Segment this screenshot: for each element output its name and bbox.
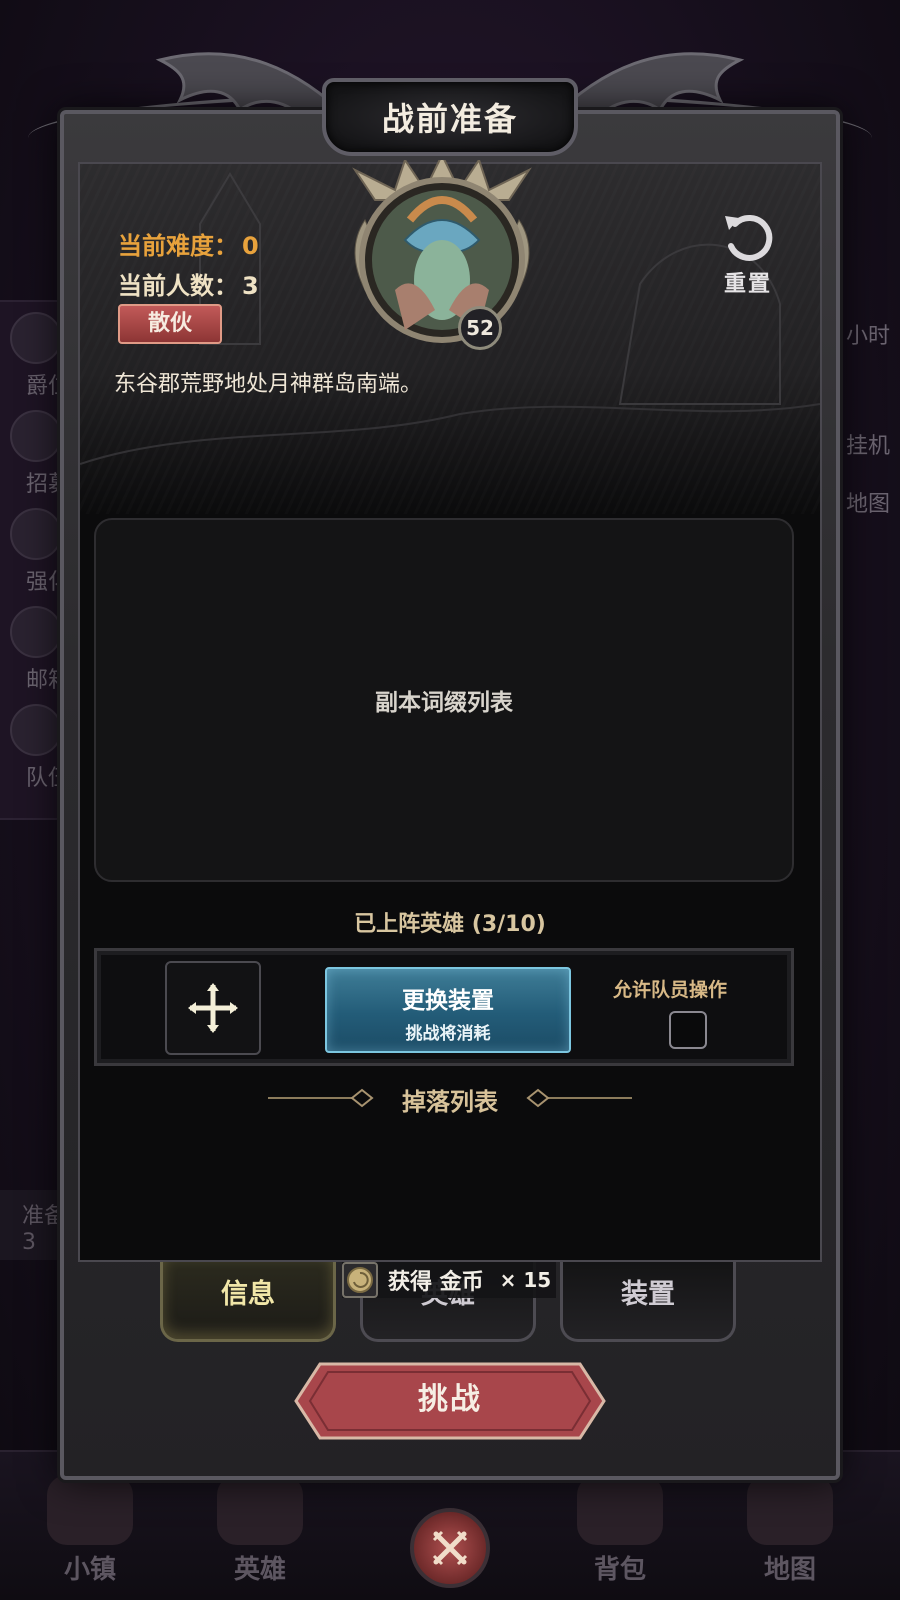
bg-nav-bag: 背包 [560,1475,680,1586]
bg-right-item: 地图 [845,492,890,517]
hero-level-badge: 52 [458,306,502,350]
reward-text: 获得 金币 [388,1270,484,1295]
change-device-subtitle: 挑战将消耗 [405,1024,491,1044]
reset-button[interactable]: 重置 [716,212,780,297]
challenge-button[interactable]: 挑战 [292,1360,608,1442]
current-player-count: 当前人数： 3 [118,266,259,301]
bg-nav-map: 地图 [730,1475,850,1586]
reset-label: 重置 [723,272,772,297]
boss-portrait [352,160,532,343]
reward-quantity: × 15 [499,1268,552,1292]
change-device-title: 更换装置 [402,988,494,1014]
bg-nav-hero: 英雄 [200,1475,320,1586]
bg-nav-town: 小镇 [30,1475,150,1586]
hero-slot[interactable] [165,961,261,1055]
change-device-button[interactable]: 更换装置 挑战将消耗 [325,967,571,1053]
gold-coin-icon [342,1262,378,1298]
difficulty-label: 当前难度： [118,232,238,260]
divider-ornament-right [526,1088,632,1108]
reward-notice: 获得 金币 × 15 [342,1262,556,1298]
current-difficulty: 当前难度： 0 [118,226,259,261]
tab-info[interactable]: 信息 [160,1262,336,1342]
drop-list-header: 掉落列表 [80,1082,820,1116]
dungeon-affix-list: 副本词缀列表 [94,518,794,882]
difficulty-value: 0 [242,232,259,260]
modal-title: 战前准备 [381,100,518,138]
affix-list-label: 副本词缀列表 [375,690,513,716]
count-value: 3 [242,272,259,300]
count-label: 当前人数： [118,272,238,300]
party-type-badge: 散伙 [118,304,222,344]
allow-member-ops-checkbox[interactable] [669,1011,707,1049]
tab-device[interactable]: 装置 [560,1262,736,1342]
zone-description: 东谷郡荒野地处月神群岛南端。 [114,372,423,397]
zone-scene: 当前难度： 0 当前人数： 3 散伙 东谷郡荒野地处月神群岛南端。 52 重置 [80,160,820,514]
modal-title-plate: 战前准备 [322,78,578,156]
challenge-label: 挑战 [418,1382,482,1417]
content-panel: 当前难度：0 当前人数：3 散伙 东谷郡荒野地处月神群岛南端。 52 重置 [78,160,822,1262]
move-cross-icon [188,983,238,1033]
crossed-swords-icon[interactable] [410,1508,490,1588]
allow-member-ops-label: 允许队员操作 [613,979,728,1001]
drop-list-label: 掉落列表 [402,1088,498,1116]
bg-right-item: 小时 [845,324,890,349]
reset-arrow-icon [725,215,773,261]
hero-config-row: 更换装置 挑战将消耗 允许队员操作 [94,948,794,1066]
deployed-heroes-header: 已上阵英雄 (3/10) [354,912,546,937]
bg-right-item: 挂机 [845,434,890,459]
